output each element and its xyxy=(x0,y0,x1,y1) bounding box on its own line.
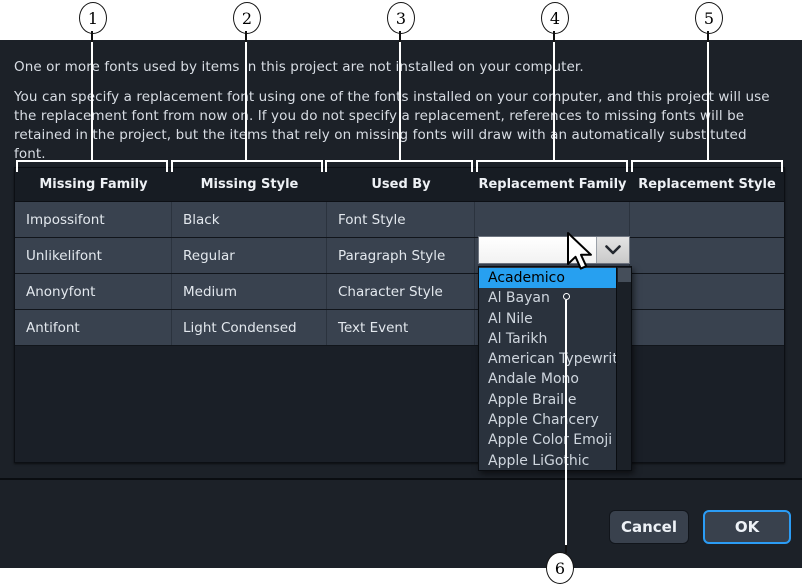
cell-used-by: Text Event xyxy=(327,310,475,345)
cell-missing-family: Anonyfont xyxy=(15,274,172,309)
dropdown-option[interactable]: Al Nile xyxy=(479,309,616,329)
dropdown-option[interactable]: Al Bayan xyxy=(479,288,616,308)
cell-used-by: Paragraph Style xyxy=(327,238,475,273)
cell-used-by: Font Style xyxy=(327,202,475,237)
dropdown-option[interactable]: Apple Braille xyxy=(479,390,616,410)
dropdown-option[interactable]: American Typewriter xyxy=(479,349,616,369)
intro-paragraph-1: One or more fonts used by items in this … xyxy=(14,59,584,75)
callout-number-3: 3 xyxy=(387,2,415,34)
table-row[interactable]: Antifont Light Condensed Text Event xyxy=(15,310,784,346)
cell-missing-style: Regular xyxy=(172,238,327,273)
dropdown-scrollbar-thumb[interactable] xyxy=(618,268,631,282)
table-row[interactable]: Anonyfont Medium Character Style xyxy=(15,274,784,310)
cell-replacement-style[interactable] xyxy=(630,202,784,237)
cell-missing-style: Medium xyxy=(172,274,327,309)
cell-replacement-style[interactable] xyxy=(630,238,784,273)
cell-replacement-style[interactable] xyxy=(630,310,784,345)
cell-replacement-style[interactable] xyxy=(630,274,784,309)
table-row[interactable]: Unlikelifont Regular Paragraph Style xyxy=(15,238,784,274)
callout-number-2: 2 xyxy=(233,2,261,34)
callout-number-1: 1 xyxy=(79,2,107,34)
dropdown-option[interactable]: Apple Chancery xyxy=(479,410,616,430)
dropdown-options: Academico Al Bayan Al Nile Al Tarikh Ame… xyxy=(479,267,616,470)
column-header-used-by[interactable]: Used By xyxy=(327,168,475,201)
cell-missing-family: Antifont xyxy=(15,310,172,345)
table-empty-area xyxy=(15,346,784,459)
cell-missing-family: Impossifont xyxy=(15,202,172,237)
intro-paragraph-2: You can specify a replacement font using… xyxy=(14,89,770,162)
dropdown-option[interactable]: Al Tarikh xyxy=(479,329,616,349)
missing-fonts-table: Missing Family Missing Style Used By Rep… xyxy=(14,167,785,463)
column-header-missing-family[interactable]: Missing Family xyxy=(15,168,172,201)
dropdown-option[interactable]: Apple Color Emoji xyxy=(479,430,616,450)
mouse-cursor-icon xyxy=(567,232,592,270)
cell-missing-style: Light Condensed xyxy=(172,310,327,345)
callout-number-4: 4 xyxy=(541,2,569,34)
dialog-footer: Cancel OK xyxy=(0,480,802,568)
dialog-body: One or more fonts used by items in this … xyxy=(0,40,802,478)
cell-replacement-family[interactable] xyxy=(475,202,630,237)
column-header-missing-style[interactable]: Missing Style xyxy=(172,168,327,201)
dropdown-scrollbar[interactable] xyxy=(616,267,631,470)
replacement-family-combobox[interactable] xyxy=(478,236,630,264)
cell-missing-style: Black xyxy=(172,202,327,237)
cancel-button[interactable]: Cancel xyxy=(609,510,689,544)
ok-button[interactable]: OK xyxy=(703,510,791,544)
table-header-row: Missing Family Missing Style Used By Rep… xyxy=(15,168,784,202)
missing-fonts-dialog: One or more fonts used by items in this … xyxy=(0,40,802,568)
column-header-replacement-family[interactable]: Replacement Family xyxy=(475,168,630,201)
font-family-dropdown-list[interactable]: Academico Al Bayan Al Nile Al Tarikh Ame… xyxy=(478,266,632,471)
cell-used-by: Character Style xyxy=(327,274,475,309)
callout-number-5: 5 xyxy=(695,2,723,34)
chevron-down-icon[interactable] xyxy=(596,237,629,263)
dropdown-option[interactable]: Andale Mono xyxy=(479,369,616,389)
column-header-replacement-style[interactable]: Replacement Style xyxy=(630,168,784,201)
cell-missing-family: Unlikelifont xyxy=(15,238,172,273)
dropdown-option[interactable]: Apple LiGothic xyxy=(479,451,616,471)
table-row[interactable]: Impossifont Black Font Style xyxy=(15,202,784,238)
